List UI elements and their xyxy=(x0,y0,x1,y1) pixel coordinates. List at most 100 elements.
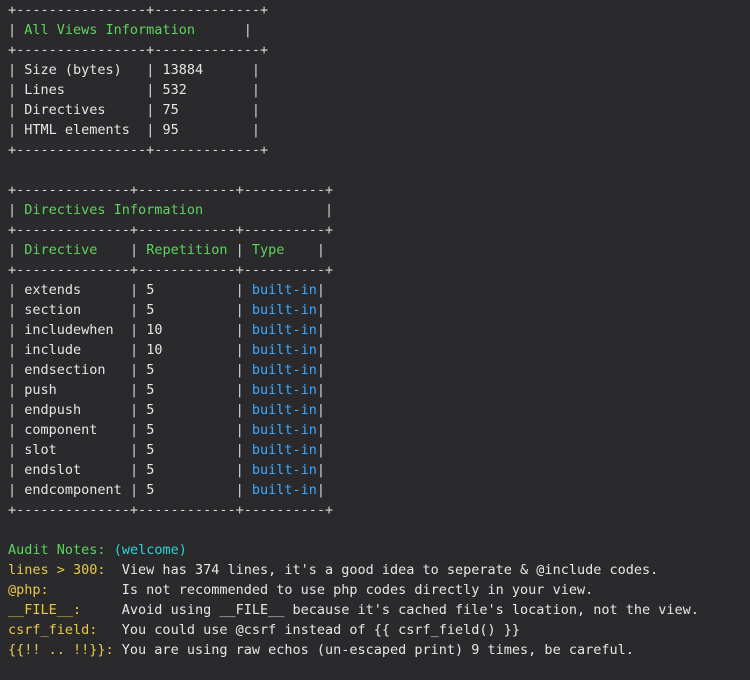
views-table-top-border: +----------------+-------------+ xyxy=(8,0,268,20)
table-border: +--------------+------------+----------+ xyxy=(8,502,334,518)
directive-name: endsection xyxy=(24,362,122,378)
audit-note-message: Is not recommended to use php codes dire… xyxy=(121,582,594,598)
text-segment: | xyxy=(8,82,25,98)
audit-note: {{!! .. !!}}: You are using raw echos (u… xyxy=(8,640,634,660)
table-border: +----------------+-------------+ xyxy=(8,2,269,18)
text-segment: | xyxy=(121,362,147,378)
text-segment: | xyxy=(316,342,326,358)
table-border: +----------------+-------------+ xyxy=(8,42,269,58)
directive-name: includewhen xyxy=(24,322,122,338)
directives-table-row: | push | 5 | built-in| xyxy=(8,380,325,400)
audit-note-key: @php: xyxy=(8,582,122,598)
text-segment: | xyxy=(8,422,25,438)
text-segment: | xyxy=(121,342,147,358)
directive-type: built-in xyxy=(251,422,317,438)
text-segment: | xyxy=(316,362,326,378)
views-row-label: Lines xyxy=(24,82,139,98)
text-segment: | xyxy=(227,322,252,338)
text-segment: | xyxy=(316,282,326,298)
text-segment: | xyxy=(8,382,25,398)
directives-table-title: Directives Information xyxy=(24,202,204,218)
terminal-window[interactable]: +----------------+-------------+ | All Vi… xyxy=(0,0,750,680)
views-row-value: 75 xyxy=(162,102,252,118)
column-header-repetition: Repetition xyxy=(146,242,228,258)
audit-view-name: (welcome) xyxy=(113,542,187,558)
audit-note: @php: Is not recommended to use php code… xyxy=(8,580,593,600)
directives-table-top-border: +--------------+------------+----------+ xyxy=(8,180,333,200)
text-segment: | xyxy=(316,382,326,398)
directives-table-row: | endsection | 5 | built-in| xyxy=(8,360,325,380)
directive-name: include xyxy=(24,342,122,358)
text-segment xyxy=(106,542,114,558)
directive-repetition: 5 xyxy=(146,302,228,318)
text-segment: | xyxy=(121,462,147,478)
text-segment: | xyxy=(227,282,252,298)
text-segment: | xyxy=(227,342,252,358)
directive-repetition: 10 xyxy=(146,342,228,358)
table-border: +--------------+------------+----------+ xyxy=(8,182,334,198)
text-segment: | xyxy=(251,102,260,118)
directive-repetition: 5 xyxy=(146,442,228,458)
directives-table-row: | endslot | 5 | built-in| xyxy=(8,460,325,480)
views-row-label: HTML elements xyxy=(24,122,139,138)
views-table-border: +----------------+-------------+ xyxy=(8,40,268,60)
directive-type: built-in xyxy=(251,342,317,358)
audit-note-key: lines > 300: xyxy=(8,562,122,578)
directive-repetition: 5 xyxy=(146,382,228,398)
views-row-value: 13884 xyxy=(162,62,252,78)
directive-type: built-in xyxy=(251,402,317,418)
text-segment: | xyxy=(8,122,25,138)
column-header-type: Type xyxy=(251,242,317,258)
text-segment: | xyxy=(121,282,147,298)
directive-repetition: 5 xyxy=(146,482,228,498)
text-segment: | xyxy=(227,362,252,378)
directives-table-row: | extends | 5 | built-in| xyxy=(8,280,325,300)
directive-name: component xyxy=(24,422,122,438)
text-segment: | xyxy=(138,82,163,98)
text-segment: | xyxy=(8,102,25,118)
directives-table-border: +--------------+------------+----------+ xyxy=(8,220,333,240)
audit-note: lines > 300: View has 374 lines, it's a … xyxy=(8,560,658,580)
views-table-row: | Size (bytes) | 13884 | xyxy=(8,60,260,80)
directive-name: extends xyxy=(24,282,122,298)
text-segment: | xyxy=(8,402,25,418)
directive-name: endslot xyxy=(24,462,122,478)
directives-table-row: | component | 5 | built-in| xyxy=(8,420,325,440)
directive-name: push xyxy=(24,382,122,398)
directives-table-row: | endcomponent | 5 | built-in| xyxy=(8,480,325,500)
directive-type: built-in xyxy=(251,302,317,318)
text-segment: | xyxy=(8,322,25,338)
text-segment: | xyxy=(227,442,252,458)
text-segment: | xyxy=(138,62,163,78)
audit-note-message: You could use @csrf instead of {{ csrf_f… xyxy=(121,622,521,638)
directive-type: built-in xyxy=(251,362,317,378)
text-segment: | xyxy=(251,122,260,138)
directives-table-row: | section | 5 | built-in| xyxy=(8,300,325,320)
directive-type: built-in xyxy=(251,322,317,338)
text-segment: | xyxy=(8,462,25,478)
text-segment: | xyxy=(8,202,25,218)
views-row-value: 532 xyxy=(162,82,252,98)
directive-repetition: 5 xyxy=(146,402,228,418)
text-segment: | xyxy=(316,242,326,258)
directive-type: built-in xyxy=(251,442,317,458)
directives-table-header-row: | Directive | Repetition | Type | xyxy=(8,240,325,260)
text-segment: | xyxy=(251,82,260,98)
audit-note-message: Avoid using __FILE__ because it's cached… xyxy=(121,602,699,618)
directive-name: endcomponent xyxy=(24,482,122,498)
text-segment: | xyxy=(8,482,25,498)
directives-table-border: +--------------+------------+----------+ xyxy=(8,260,333,280)
directives-table-bottom-border: +--------------+------------+----------+ xyxy=(8,500,333,520)
text-segment: | xyxy=(121,322,147,338)
table-border: +--------------+------------+----------+ xyxy=(8,262,334,278)
views-table-row: | Lines | 532 | xyxy=(8,80,260,100)
audit-notes-heading: Audit Notes: (welcome) xyxy=(8,540,187,560)
text-segment: | xyxy=(121,302,147,318)
text-segment: | xyxy=(138,122,163,138)
text-segment: | xyxy=(8,342,25,358)
audit-note: __FILE__: Avoid using __FILE__ because i… xyxy=(8,600,699,620)
views-table-title: All Views Information xyxy=(24,22,195,38)
text-segment: | xyxy=(227,422,252,438)
directives-table-row: | endpush | 5 | built-in| xyxy=(8,400,325,420)
views-table-bottom-border: +----------------+-------------+ xyxy=(8,140,268,160)
